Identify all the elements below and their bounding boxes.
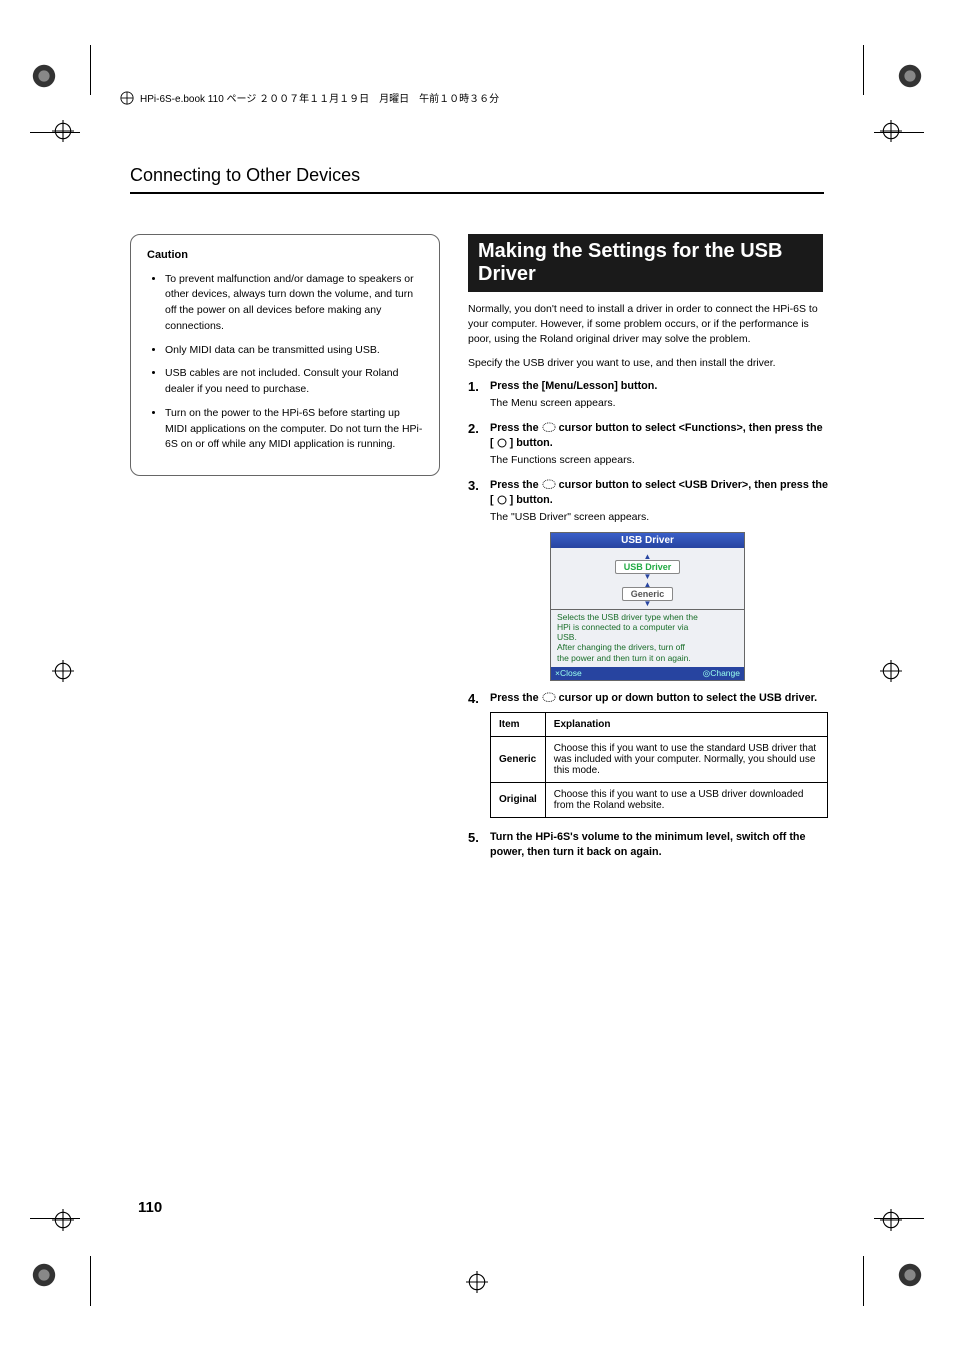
step-title: Press the [Menu/Lesson] button. bbox=[490, 379, 828, 394]
circle-button-icon bbox=[497, 495, 507, 505]
screenshot-titlebar: USB Driver bbox=[551, 533, 744, 548]
caution-item: Turn on the power to the HPi-6S before s… bbox=[165, 406, 423, 453]
trim-mark-icon bbox=[874, 132, 924, 133]
running-header: HPi-6S-e.book 110 ページ ２００７年１１月１９日 月曜日 午前… bbox=[120, 90, 499, 105]
driver-options-table: Item Explanation Generic Choose this if … bbox=[490, 712, 828, 818]
section-title: Connecting to Other Devices bbox=[130, 165, 824, 194]
table-cell: Generic bbox=[491, 736, 546, 782]
step-4: Press the cursor up or down button to se… bbox=[468, 691, 828, 818]
step-5: Turn the HPi-6S's volume to the minimum … bbox=[468, 830, 828, 860]
table-cell: Choose this if you want to use the stand… bbox=[545, 736, 827, 782]
trim-mark-icon bbox=[30, 1218, 80, 1219]
screenshot-change-label: ◎Change bbox=[703, 668, 740, 679]
registration-mark-icon bbox=[30, 62, 58, 90]
table-header: Item bbox=[491, 712, 546, 736]
step-title: Turn the HPi-6S's volume to the minimum … bbox=[490, 830, 828, 860]
step-title: Press the cursor up or down button to se… bbox=[490, 691, 828, 706]
caution-item: To prevent malfunction and/or damage to … bbox=[165, 272, 423, 335]
circle-button-icon bbox=[497, 438, 507, 448]
crosshair-mark-icon bbox=[880, 120, 902, 142]
device-screenshot: USB Driver ▲ USB Driver ▼ ▲ Gen bbox=[550, 532, 745, 680]
trim-mark-icon bbox=[863, 45, 864, 95]
book-icon bbox=[120, 91, 134, 105]
subsection-heading: Making the Settings for the USB Driver bbox=[468, 234, 823, 292]
table-cell: Choose this if you want to use a USB dri… bbox=[545, 782, 827, 817]
page-number: 110 bbox=[138, 1199, 162, 1216]
step-1: Press the [Menu/Lesson] button. The Menu… bbox=[468, 379, 828, 411]
trim-mark-icon bbox=[90, 1256, 91, 1306]
crosshair-mark-icon bbox=[880, 1209, 902, 1231]
caution-item: USB cables are not included. Consult you… bbox=[165, 366, 423, 398]
caution-box: Caution To prevent malfunction and/or da… bbox=[130, 234, 440, 476]
step-subtext: The Functions screen appears. bbox=[490, 453, 828, 468]
step-3: Press the cursor button to select <USB D… bbox=[468, 478, 828, 681]
screenshot-close-label: ×Close bbox=[555, 668, 582, 679]
running-header-text: HPi-6S-e.book 110 ページ ２００７年１１月１９日 月曜日 午前… bbox=[140, 90, 499, 105]
registration-mark-icon bbox=[30, 1261, 58, 1289]
caution-title: Caution bbox=[147, 247, 423, 264]
step-title: Press the cursor button to select <Funct… bbox=[490, 421, 828, 451]
intro-paragraph: Specify the USB driver you want to use, … bbox=[468, 356, 828, 371]
cursor-dpad-icon bbox=[542, 692, 556, 704]
down-arrow-icon: ▼ bbox=[644, 574, 652, 580]
table-cell: Original bbox=[491, 782, 546, 817]
caution-item: Only MIDI data can be transmitted using … bbox=[165, 343, 423, 359]
crosshair-mark-icon bbox=[52, 120, 74, 142]
crosshair-mark-icon bbox=[880, 660, 902, 682]
screenshot-description: Selects the USB driver type when the HPi… bbox=[551, 609, 744, 667]
registration-mark-icon bbox=[896, 62, 924, 90]
step-title: Press the cursor button to select <USB D… bbox=[490, 478, 828, 508]
trim-mark-icon bbox=[874, 1218, 924, 1219]
step-subtext: The "USB Driver" screen appears. bbox=[490, 510, 828, 525]
cursor-dpad-icon bbox=[542, 422, 556, 434]
down-arrow-icon: ▼ bbox=[644, 601, 652, 607]
trim-mark-icon bbox=[863, 1256, 864, 1306]
trim-mark-icon bbox=[90, 45, 91, 95]
step-2: Press the cursor button to select <Funct… bbox=[468, 421, 828, 468]
table-header: Explanation bbox=[545, 712, 827, 736]
crosshair-mark-icon bbox=[466, 1271, 488, 1293]
crosshair-mark-icon bbox=[52, 660, 74, 682]
crosshair-mark-icon bbox=[52, 1209, 74, 1231]
cursor-dpad-icon bbox=[542, 479, 556, 491]
trim-mark-icon bbox=[30, 132, 80, 133]
intro-paragraph: Normally, you don't need to install a dr… bbox=[468, 302, 828, 348]
registration-mark-icon bbox=[896, 1261, 924, 1289]
step-subtext: The Menu screen appears. bbox=[490, 396, 828, 411]
